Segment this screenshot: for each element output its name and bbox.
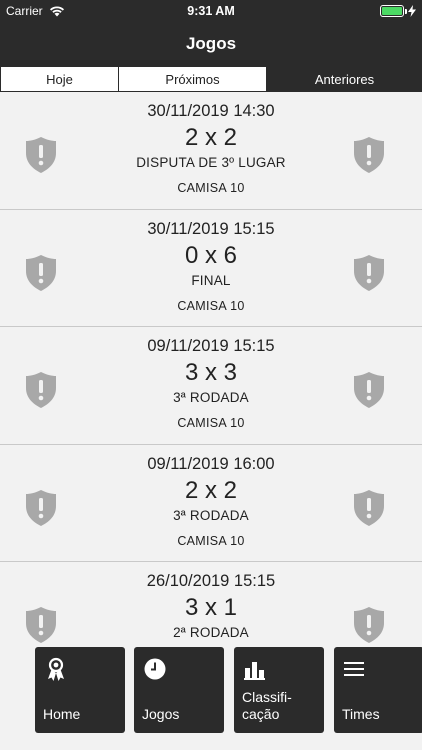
match-row[interactable]: 30/11/2019 14:30 2 x 2 DISPUTA DE 3º LUG…	[0, 92, 422, 210]
match-team: CAMISA 10	[177, 416, 245, 430]
match-row[interactable]: 09/11/2019 16:00 2 x 2 3ª RODADA CAMISA …	[0, 444, 422, 562]
match-datetime: 09/11/2019 16:00	[147, 454, 275, 473]
away-team-shield-icon	[354, 372, 384, 408]
match-team: CAMISA 10	[177, 181, 245, 195]
bar-chart-icon	[244, 662, 265, 680]
page-title: Jogos	[185, 34, 237, 53]
segment-anteriores[interactable]: Anteriores	[267, 66, 422, 92]
charging-bolt-icon	[408, 5, 416, 17]
status-bar: Carrier 9:31 AM	[0, 0, 422, 22]
match-datetime: 09/11/2019 15:15	[147, 337, 275, 355]
menu-icon	[344, 662, 364, 676]
tab-jogos-label: Jogos	[142, 706, 180, 722]
segmented-control: Hoje Próximos Anteriores	[0, 66, 422, 92]
tab-jogos[interactable]: Jogos	[134, 647, 224, 733]
match-team: CAMISA 10	[177, 298, 245, 313]
clock-icon	[144, 658, 166, 680]
match-datetime: 30/11/2019 15:15	[147, 219, 275, 238]
match-datetime: 30/11/2019 14:30	[147, 102, 275, 120]
away-team-shield-icon	[354, 489, 384, 526]
carrier-label: Carrier	[6, 4, 43, 18]
award-icon	[48, 657, 64, 681]
tab-times[interactable]: Times	[334, 647, 422, 733]
status-time: 9:31 AM	[187, 4, 235, 18]
bottom-tab-bar: Home Jogos Classifi- cação Times	[0, 643, 422, 750]
status-left: Carrier	[6, 4, 65, 18]
match-team: CAMISA 10	[177, 533, 245, 548]
match-datetime: 26/10/2019 15:15	[146, 572, 276, 590]
match-list[interactable]: 30/11/2019 14:30 2 x 2 DISPUTA DE 3º LUG…	[0, 92, 422, 643]
tab-classificacao-label: Classifi- cação	[242, 689, 292, 722]
status-right	[380, 5, 416, 17]
tab-classificacao[interactable]: Classifi- cação	[234, 647, 324, 733]
segment-hoje[interactable]: Hoje	[0, 66, 119, 92]
match-row[interactable]: 09/11/2019 15:15 3 x 3 3ª RODADA CAMISA …	[0, 327, 422, 445]
tab-home[interactable]: Home	[35, 647, 125, 733]
segment-proximos[interactable]: Próximos	[119, 66, 267, 92]
tab-home-label: Home	[43, 706, 81, 722]
app-root: Carrier 9:31 AM Jogos Hoje Próximos Ante…	[0, 0, 422, 750]
match-row[interactable]: 26/10/2019 15:15 3 x 1 2ª RODADA	[0, 562, 422, 643]
wifi-icon	[49, 6, 64, 17]
away-team-shield-icon	[354, 254, 384, 291]
tab-times-label: Times	[342, 706, 380, 722]
away-team-shield-icon	[354, 137, 384, 173]
away-team-shield-icon	[354, 607, 384, 643]
match-row[interactable]: 30/11/2019 15:15 0 x 6 FINAL CAMISA 10	[0, 209, 422, 327]
battery-icon	[380, 5, 407, 17]
